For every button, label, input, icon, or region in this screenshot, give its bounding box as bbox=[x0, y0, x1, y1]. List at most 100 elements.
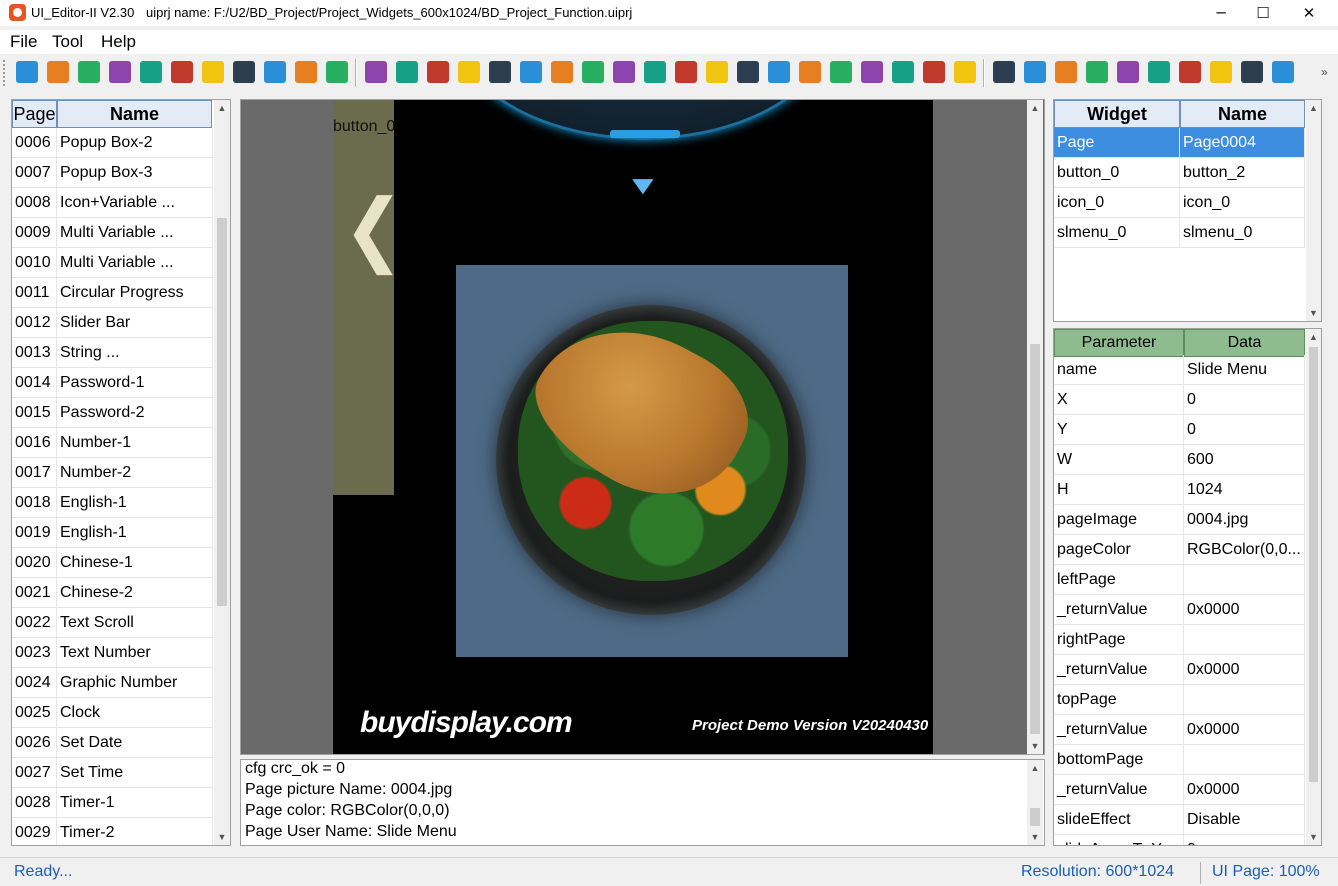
chinese-font-icon[interactable] bbox=[295, 61, 317, 83]
page-list-row[interactable]: 0026 Set Date bbox=[12, 728, 213, 758]
scroll-up-arrow-icon[interactable]: ▲ bbox=[1306, 329, 1321, 345]
number-widget-icon[interactable] bbox=[427, 61, 449, 83]
button-widget[interactable]: button_0 ❮ bbox=[333, 100, 404, 495]
parameter-scrollbar[interactable]: ▲ ▼ bbox=[1306, 329, 1321, 845]
circular-progress-icon[interactable] bbox=[706, 61, 728, 83]
scroll-up-arrow-icon[interactable]: ▲ bbox=[214, 100, 230, 116]
scroll-thumb[interactable] bbox=[1030, 344, 1040, 734]
widget-list-row[interactable]: button_0 button_2 bbox=[1054, 158, 1305, 188]
page-list-row[interactable]: 0007 Popup Box-3 bbox=[12, 158, 213, 188]
page-settings-icon[interactable] bbox=[78, 61, 100, 83]
scroll-thumb[interactable] bbox=[1030, 808, 1040, 826]
align-left-icon[interactable] bbox=[993, 61, 1015, 83]
page-preview[interactable]: ▼ button_0 ❮ buydisplay.com Project Demo… bbox=[333, 100, 933, 754]
same-width-icon[interactable] bbox=[1117, 61, 1139, 83]
scroll-down-arrow-icon[interactable]: ▼ bbox=[1027, 738, 1043, 754]
kbk-icon[interactable] bbox=[326, 61, 348, 83]
page-column-header[interactable]: Page bbox=[12, 100, 57, 128]
parameter-row[interactable]: X0 bbox=[1054, 385, 1305, 415]
parameter-row[interactable]: name Slide Menu bbox=[1054, 355, 1305, 385]
align-top-icon[interactable] bbox=[1055, 61, 1077, 83]
data-column-header[interactable]: Data bbox=[1184, 329, 1305, 357]
align-right-icon[interactable] bbox=[1024, 61, 1046, 83]
name-column-header[interactable]: Name bbox=[57, 100, 212, 128]
same-size-icon[interactable] bbox=[1179, 61, 1201, 83]
page-list-row[interactable]: 0024 Graphic Number bbox=[12, 668, 213, 698]
parameter-row[interactable]: pageColor RGBColor(0,0... bbox=[1054, 535, 1305, 565]
scroll-thumb[interactable] bbox=[217, 218, 227, 606]
page-list-row[interactable]: 0027 Set Time bbox=[12, 758, 213, 788]
touch-icon[interactable] bbox=[861, 61, 883, 83]
page-list-row[interactable]: 0006 Popup Box-2 bbox=[12, 128, 213, 158]
scroll-up-arrow-icon[interactable]: ▲ bbox=[1027, 760, 1043, 776]
wav-icon[interactable] bbox=[644, 61, 666, 83]
maximize-button[interactable]: ☐ bbox=[1240, 0, 1286, 26]
toolbar-overflow-button[interactable]: » bbox=[1321, 65, 1328, 79]
canvas-scrollbar[interactable]: ▲ ▼ bbox=[1027, 100, 1043, 754]
page-list-row[interactable]: 0010 Multi Variable ... bbox=[12, 248, 213, 278]
parameter-row[interactable]: rightPage bbox=[1054, 625, 1305, 655]
scroll-down-arrow-icon[interactable]: ▼ bbox=[1306, 305, 1321, 321]
distribute-vertical-icon[interactable] bbox=[1241, 61, 1263, 83]
parameter-row[interactable]: leftPage bbox=[1054, 565, 1305, 595]
camera-icon[interactable] bbox=[954, 61, 976, 83]
widget-list-row[interactable]: icon_0 icon_0 bbox=[1054, 188, 1305, 218]
zoom-icon[interactable] bbox=[1272, 61, 1294, 83]
string-icon[interactable] bbox=[365, 61, 387, 83]
widget-column-header[interactable]: Widget bbox=[1054, 100, 1180, 128]
image-icon[interactable] bbox=[171, 61, 193, 83]
gif-icon[interactable] bbox=[582, 61, 604, 83]
text-widget-icon[interactable] bbox=[396, 61, 418, 83]
widget-list-row[interactable]: Page Page0004 bbox=[1054, 128, 1305, 158]
log-scrollbar[interactable]: ▲ ▼ bbox=[1027, 760, 1043, 845]
widget-grid-icon[interactable] bbox=[109, 61, 131, 83]
widget-list-row[interactable]: slmenu_0 slmenu_0 bbox=[1054, 218, 1305, 248]
log-output[interactable]: cfg crc_ok = 0 Page picture Name: 0004.j… bbox=[240, 759, 1045, 846]
page-list-row[interactable]: 0021 Chinese-2 bbox=[12, 578, 213, 608]
qr-code-icon[interactable] bbox=[613, 61, 635, 83]
page-list-row[interactable]: 0016 Number-1 bbox=[12, 428, 213, 458]
icon-widget-food-image[interactable] bbox=[456, 265, 848, 657]
widget-list-scrollbar[interactable]: ▲ ▼ bbox=[1306, 100, 1321, 321]
picture-widget-icon[interactable] bbox=[458, 61, 480, 83]
parameter-row[interactable]: _returnValue 0x0000 bbox=[1054, 595, 1305, 625]
page-list-row[interactable]: 0023 Text Number bbox=[12, 638, 213, 668]
parameter-row[interactable]: topPage bbox=[1054, 685, 1305, 715]
page-list-row[interactable]: 0028 Timer-1 bbox=[12, 788, 213, 818]
video-icon[interactable] bbox=[923, 61, 945, 83]
timer-icon[interactable] bbox=[551, 61, 573, 83]
keyboard-icon[interactable] bbox=[233, 61, 255, 83]
bitmap-icon[interactable] bbox=[737, 61, 759, 83]
page-list-row[interactable]: 0013 String ... bbox=[12, 338, 213, 368]
slide-menu-icon[interactable] bbox=[768, 61, 790, 83]
layout-icon[interactable] bbox=[140, 61, 162, 83]
page-list-scrollbar[interactable]: ▲ ▼ bbox=[214, 100, 230, 845]
scroll-thumb[interactable] bbox=[1309, 347, 1318, 782]
gauge-icon[interactable] bbox=[830, 61, 852, 83]
page-list-row[interactable]: 0015 Password-2 bbox=[12, 398, 213, 428]
parameter-row[interactable]: _returnValue 0x0000 bbox=[1054, 775, 1305, 805]
distribute-horizontal-icon[interactable] bbox=[1210, 61, 1232, 83]
page-list-row[interactable]: 0017 Number-2 bbox=[12, 458, 213, 488]
align-bottom-icon[interactable] bbox=[1086, 61, 1108, 83]
time-text-icon[interactable] bbox=[520, 61, 542, 83]
parameter-row[interactable]: W 600 bbox=[1054, 445, 1305, 475]
scroll-down-arrow-icon[interactable]: ▼ bbox=[214, 829, 230, 845]
page-list-row[interactable]: 0012 Slider Bar bbox=[12, 308, 213, 338]
menu-tool[interactable]: Tool bbox=[52, 32, 83, 52]
page-list-row[interactable]: 0014 Password-1 bbox=[12, 368, 213, 398]
page-list-row[interactable]: 0009 Multi Variable ... bbox=[12, 218, 213, 248]
widget-name-column-header[interactable]: Name bbox=[1180, 100, 1305, 128]
scroll-down-arrow-icon[interactable]: ▼ bbox=[1306, 829, 1321, 845]
minimize-button[interactable]: ─ bbox=[1198, 0, 1244, 26]
page-list-row[interactable]: 0022 Text Scroll bbox=[12, 608, 213, 638]
parameter-column-header[interactable]: Parameter bbox=[1054, 329, 1184, 357]
slider-bar-icon[interactable] bbox=[675, 61, 697, 83]
add-page-icon[interactable] bbox=[799, 61, 821, 83]
parameter-row[interactable]: pageImage 0004.jpg bbox=[1054, 505, 1305, 535]
toolbar-grip[interactable] bbox=[3, 60, 7, 86]
scroll-down-arrow-icon[interactable]: ▼ bbox=[1027, 829, 1043, 845]
menu-file[interactable]: File bbox=[10, 32, 37, 52]
close-button[interactable]: ✕ bbox=[1286, 0, 1332, 26]
menu-help[interactable]: Help bbox=[101, 32, 136, 52]
